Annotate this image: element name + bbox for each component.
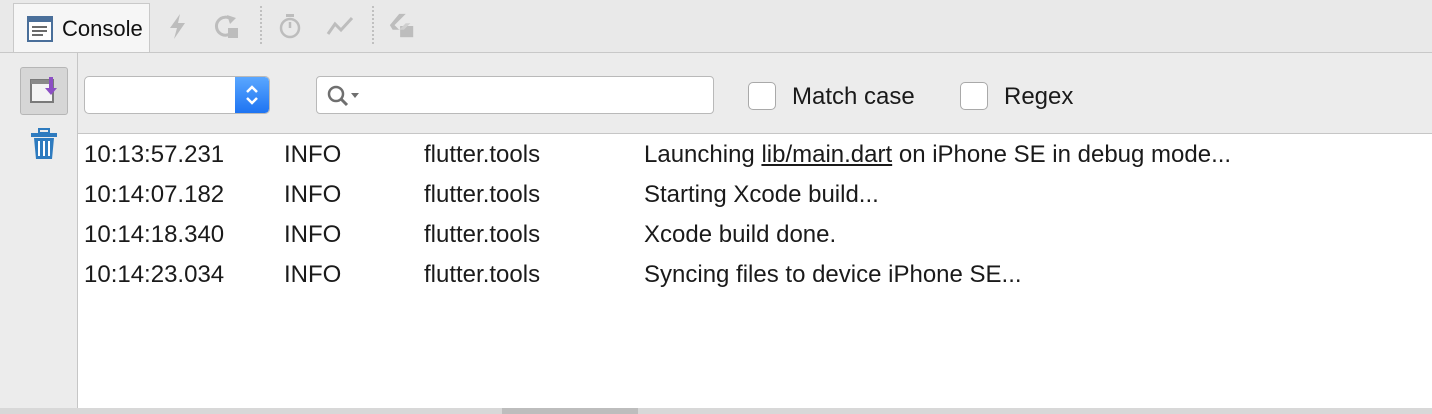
log-level: INFO (284, 221, 342, 248)
search-field[interactable] (316, 76, 714, 114)
log-level: INFO (284, 141, 342, 168)
log-row: 10:14:18.340 INFO flutter.tools Xcode bu… (78, 215, 1432, 255)
horizontal-scrollbar[interactable] (0, 408, 1432, 414)
scroll-to-end-button[interactable] (20, 67, 68, 115)
log-tag: flutter.tools (424, 181, 541, 208)
tab-console-label: Console (62, 16, 143, 41)
trend-icon[interactable] (326, 12, 354, 40)
tab-console[interactable]: Console (13, 3, 150, 52)
toggle-platform-icon[interactable] (388, 12, 416, 40)
match-case-label[interactable]: Match case (792, 83, 915, 111)
log-level: INFO (284, 261, 342, 288)
log-message: Syncing files to device iPhone SE... (644, 261, 1022, 288)
log-tag: flutter.tools (424, 221, 541, 248)
log-row: 10:13:57.231 INFO flutter.tools Launchin… (78, 135, 1432, 175)
log-time: 10:14:23.034 (84, 261, 225, 288)
log-tag: flutter.tools (424, 141, 541, 168)
search-input[interactable] (371, 81, 705, 111)
log-message: Xcode build done. (644, 221, 837, 248)
log-message-text: on iPhone SE in debug mode... (892, 141, 1232, 168)
console-side-toolbar (0, 53, 78, 408)
log-time: 10:14:07.182 (84, 181, 225, 208)
filter-bar: Match case Regex (78, 53, 1432, 134)
log-row: 10:14:07.182 INFO flutter.tools Starting… (78, 175, 1432, 215)
search-icon (327, 85, 359, 107)
console-icon (27, 16, 53, 42)
log-message-text: Launching (644, 141, 762, 168)
trash-icon[interactable] (28, 127, 60, 161)
scrollbar-thumb[interactable] (502, 408, 638, 414)
console-output[interactable]: 10:13:57.231 INFO flutter.tools Launchin… (78, 134, 1432, 408)
log-message: Launching lib/main.dart on iPhone SE in … (644, 135, 1231, 175)
log-tag: flutter.tools (424, 261, 541, 288)
chevron-updown-icon (246, 85, 258, 105)
tool-window-header: Console (0, 0, 1432, 53)
stopwatch-icon[interactable] (276, 12, 304, 40)
select-stepper[interactable] (235, 77, 269, 113)
reload-icon[interactable] (212, 12, 240, 40)
log-time: 10:14:18.340 (84, 221, 225, 248)
scroll-to-end-icon (30, 77, 57, 103)
log-level-select[interactable] (84, 76, 270, 114)
regex-checkbox[interactable] (960, 82, 988, 110)
log-message: Starting Xcode build... (644, 181, 879, 208)
toolbar-separator (260, 6, 262, 44)
log-level: INFO (284, 181, 342, 208)
log-time: 10:13:57.231 (84, 141, 225, 168)
file-link[interactable]: lib/main.dart (761, 141, 892, 168)
log-row: 10:14:23.034 INFO flutter.tools Syncing … (78, 255, 1432, 295)
lightning-icon[interactable] (164, 12, 192, 40)
match-case-checkbox[interactable] (748, 82, 776, 110)
regex-label[interactable]: Regex (1004, 83, 1073, 111)
toolbar-separator (372, 6, 374, 44)
